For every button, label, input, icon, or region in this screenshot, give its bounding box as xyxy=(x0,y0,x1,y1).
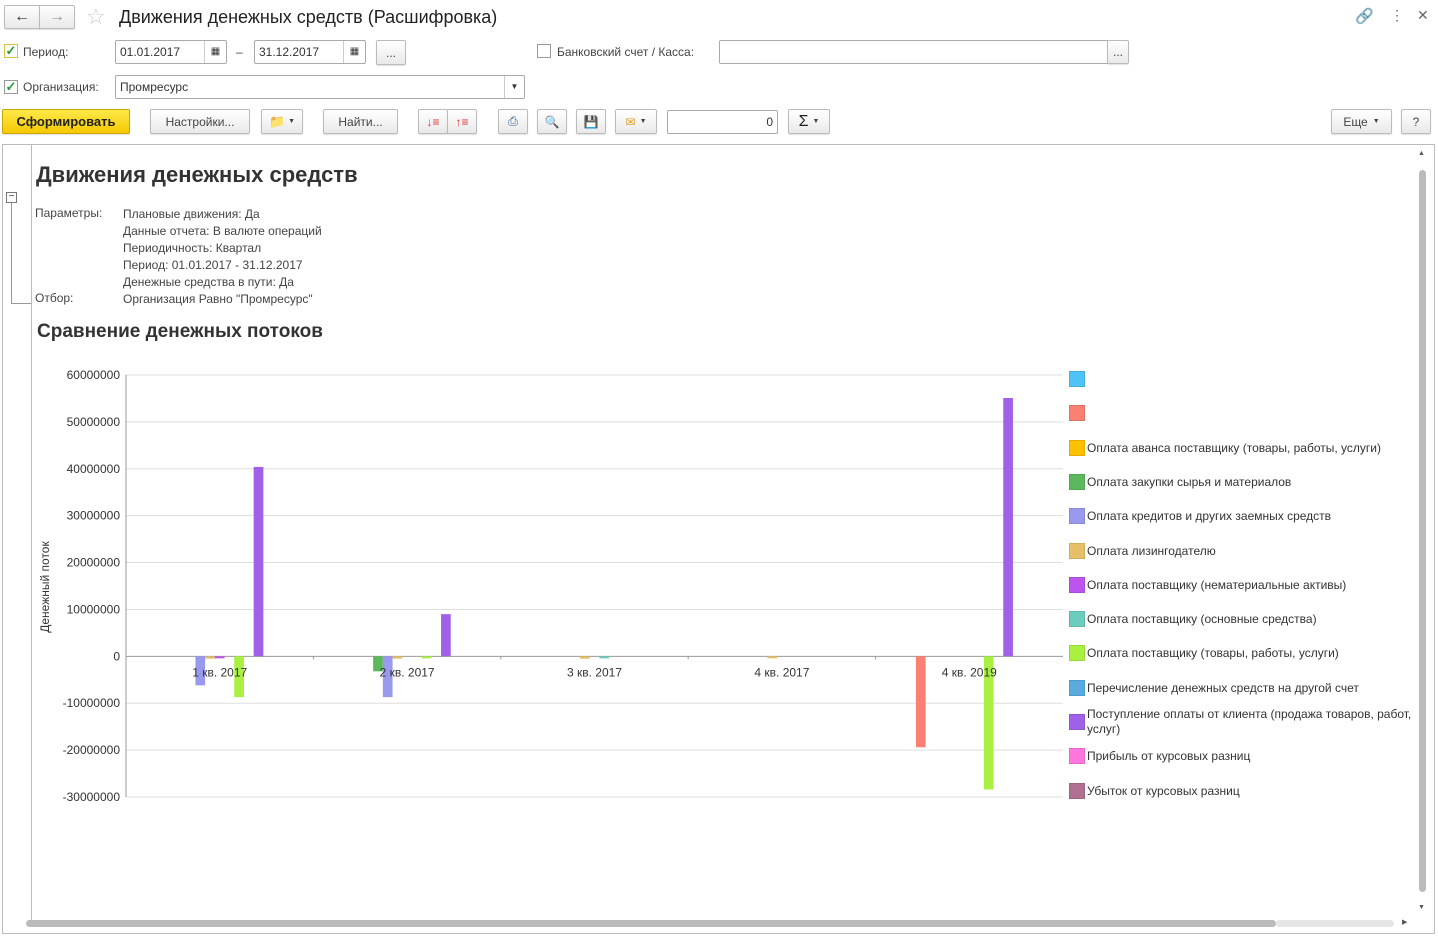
legend-item: Перечисление денежных средств на другой … xyxy=(1069,680,1414,696)
x-tick-label: 4 кв. 2019 xyxy=(942,665,997,679)
bar xyxy=(1003,397,1013,657)
y-tick-label: 30000000 xyxy=(67,509,121,523)
legend-swatch xyxy=(1069,748,1085,764)
vertical-scrollbar[interactable] xyxy=(1419,170,1426,892)
scroll-right-icon[interactable]: ▶ xyxy=(1402,918,1407,926)
bar xyxy=(915,656,926,748)
legend-swatch xyxy=(1069,645,1085,661)
bar xyxy=(767,656,778,659)
legend-label: Оплата поставщику (основные средства) xyxy=(1087,611,1317,626)
y-tick-label: 50000000 xyxy=(67,415,121,429)
legend-label: Поступление оплаты от клиента (продажа т… xyxy=(1087,707,1412,736)
legend-item: Убыток от курсовых разниц xyxy=(1069,783,1414,799)
legend-item: Оплата закупки сырья и материалов xyxy=(1069,474,1414,490)
legend-item: Оплата лизингодателю xyxy=(1069,543,1414,559)
y-tick-label: 40000000 xyxy=(67,462,121,476)
legend-swatch xyxy=(1069,508,1085,524)
x-tick-label: 3 кв. 2017 xyxy=(567,665,622,679)
legend-label: Оплата закупки сырья и материалов xyxy=(1087,474,1292,489)
legend-label: Оплата кредитов и других заемных средств xyxy=(1087,508,1332,523)
legend-label: Оплата аванса поставщику (товары, работы… xyxy=(1087,440,1381,455)
legend-label: Прибыль от курсовых разниц xyxy=(1087,748,1251,763)
y-tick-label: 20000000 xyxy=(67,556,121,570)
scroll-up-icon[interactable]: ▲ xyxy=(1418,150,1425,157)
legend-label: Убыток от курсовых разниц xyxy=(1087,783,1240,798)
y-axis-label: Денежный поток xyxy=(38,541,52,633)
x-tick-label: 4 кв. 2017 xyxy=(754,665,809,679)
scroll-down-icon[interactable]: ▼ xyxy=(1418,904,1425,911)
legend-swatch xyxy=(1069,371,1085,387)
legend-swatch xyxy=(1069,783,1085,799)
legend-swatch xyxy=(1069,680,1085,696)
bar xyxy=(205,656,215,659)
x-tick-label: 1 кв. 2017 xyxy=(192,665,247,679)
bar xyxy=(421,656,432,659)
bar xyxy=(441,614,451,657)
legend-swatch xyxy=(1069,714,1085,730)
legend-item xyxy=(1069,371,1414,387)
x-tick-label: 2 кв. 2017 xyxy=(380,665,435,679)
y-tick-label: -30000000 xyxy=(63,790,121,804)
legend-swatch xyxy=(1069,474,1085,490)
legend-label: Перечисление денежных средств на другой … xyxy=(1087,680,1359,695)
y-tick-label: -20000000 xyxy=(63,743,121,757)
horizontal-scroll-track xyxy=(1276,920,1394,927)
legend-item: Поступление оплаты от клиента (продажа т… xyxy=(1069,707,1414,737)
legend-item: Оплата поставщику (основные средства) xyxy=(1069,611,1414,627)
y-tick-label: 0 xyxy=(113,649,120,663)
legend-item xyxy=(1069,405,1414,421)
bar xyxy=(579,656,590,659)
bar xyxy=(214,656,225,659)
legend-label: Оплата лизингодателю xyxy=(1087,543,1216,558)
bar xyxy=(392,656,403,659)
legend-swatch xyxy=(1069,611,1085,627)
horizontal-scrollbar[interactable] xyxy=(26,920,1276,927)
legend-item: Прибыль от курсовых разниц xyxy=(1069,748,1414,764)
legend-swatch xyxy=(1069,577,1085,593)
bar xyxy=(253,466,264,657)
y-tick-label: 60000000 xyxy=(67,368,121,382)
legend-item: Оплата поставщику (товары, работы, услуг… xyxy=(1069,645,1414,661)
y-tick-label: -10000000 xyxy=(63,696,121,710)
legend-item: Оплата кредитов и других заемных средств xyxy=(1069,508,1414,524)
legend-label: Оплата поставщику (нематериальные активы… xyxy=(1087,577,1347,592)
legend-label: Оплата поставщику (товары, работы, услуг… xyxy=(1087,645,1339,660)
y-tick-label: 10000000 xyxy=(67,602,121,616)
legend-swatch xyxy=(1069,440,1085,456)
legend-swatch xyxy=(1069,405,1085,421)
bar xyxy=(599,656,610,659)
legend-item: Оплата поставщику (нематериальные активы… xyxy=(1069,577,1414,593)
legend-swatch xyxy=(1069,543,1085,559)
legend-item: Оплата аванса поставщику (товары, работы… xyxy=(1069,440,1414,456)
